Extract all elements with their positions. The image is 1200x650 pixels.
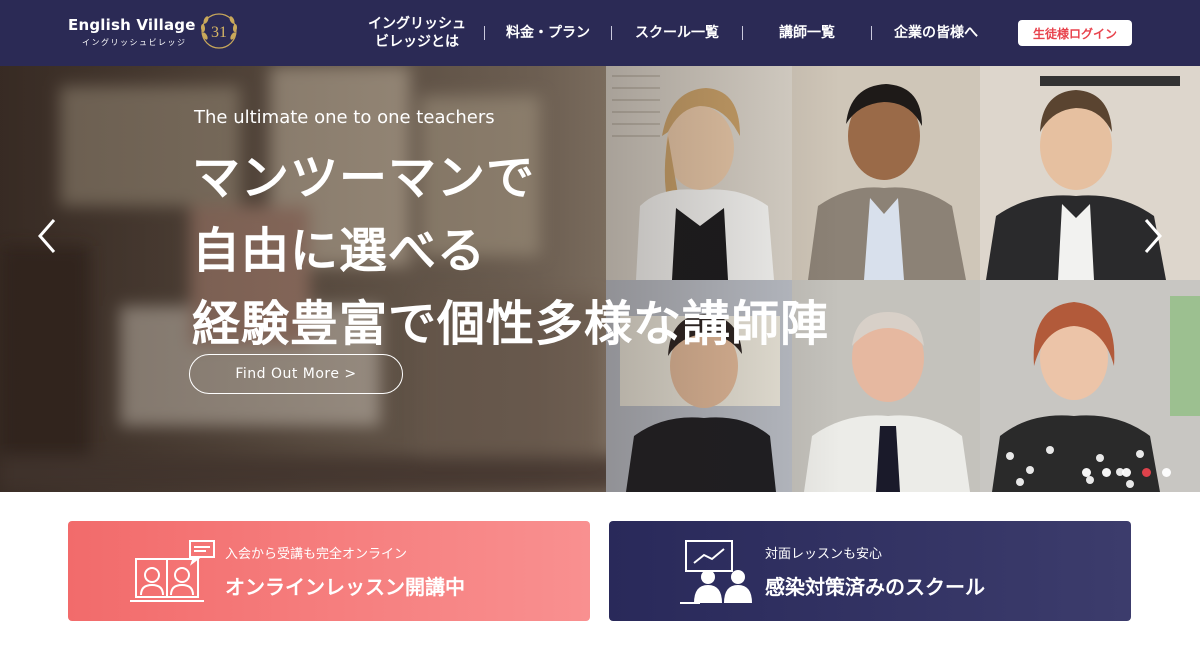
online-card-subtitle: 入会から受講も完全オンライン bbox=[225, 547, 408, 562]
safe-school-card[interactable]: 対面レッスンも安心 感染対策済みのスクール bbox=[609, 521, 1131, 621]
hero-headline-line: 自由に選べる bbox=[192, 223, 487, 279]
slider-pagination bbox=[1082, 468, 1171, 477]
nav-item-about-line1: イングリッシュ bbox=[368, 16, 466, 32]
anniversary-number: 31 bbox=[211, 24, 227, 41]
nav-item-about-line2: ビレッジとは bbox=[375, 34, 459, 50]
anniversary-badge-icon: 31 bbox=[200, 13, 238, 49]
slider-prev-arrow-icon[interactable] bbox=[32, 216, 62, 256]
logo-subtext: イングリッシュビレッジ bbox=[82, 38, 187, 47]
offline-card-subtitle: 対面レッスンも安心 bbox=[765, 547, 883, 562]
offline-card-title: 感染対策済みのスクール bbox=[765, 575, 985, 599]
hero-tagline: The ultimate one to one teachers bbox=[194, 107, 495, 128]
nav-item-schools[interactable]: スクール一覧 bbox=[612, 24, 742, 42]
logo-text: English Village bbox=[68, 16, 196, 34]
slider-dot[interactable] bbox=[1082, 468, 1091, 477]
nav-item-pricing[interactable]: 料金・プラン bbox=[485, 24, 611, 42]
find-out-more-button[interactable]: Find Out More > bbox=[189, 354, 403, 394]
nav-item-about[interactable]: イングリッシュ ビレッジとは bbox=[350, 15, 484, 51]
slider-dot[interactable] bbox=[1102, 468, 1111, 477]
student-login-button[interactable]: 生徒様ログイン bbox=[1018, 20, 1132, 46]
site-header: English Village イングリッシュビレッジ 31 イングリッシュ ビ… bbox=[0, 0, 1200, 66]
slider-next-arrow-icon[interactable] bbox=[1138, 216, 1168, 256]
slider-dot[interactable] bbox=[1122, 468, 1131, 477]
online-lesson-card[interactable]: 入会から受講も完全オンライン オンラインレッスン開講中 bbox=[68, 521, 590, 621]
online-card-title: オンラインレッスン開講中 bbox=[225, 575, 465, 599]
site-logo[interactable]: English Village イングリッシュビレッジ 31 bbox=[68, 13, 243, 55]
hero-headline-line: 経験豊富で個性多様な講師陣 bbox=[192, 296, 830, 352]
online-lesson-icon bbox=[130, 540, 215, 602]
nav-item-teachers[interactable]: 講師一覧 bbox=[743, 24, 871, 42]
hero-headline: マンツーマンで 自由に選べる 経験豊富で個性多様な講師陣 bbox=[192, 142, 829, 361]
hero-headline-line: マンツーマンで bbox=[192, 150, 536, 206]
slider-dot-active[interactable] bbox=[1142, 468, 1151, 477]
classroom-lesson-icon bbox=[680, 540, 752, 604]
nav-item-corporate[interactable]: 企業の皆様へ bbox=[872, 24, 1000, 42]
main-nav: イングリッシュ ビレッジとは 料金・プラン スクール一覧 講師一覧 企業の皆様へ bbox=[350, 0, 1000, 66]
slider-dot[interactable] bbox=[1162, 468, 1171, 477]
hero-slider: The ultimate one to one teachers マンツーマンで… bbox=[0, 66, 1200, 492]
